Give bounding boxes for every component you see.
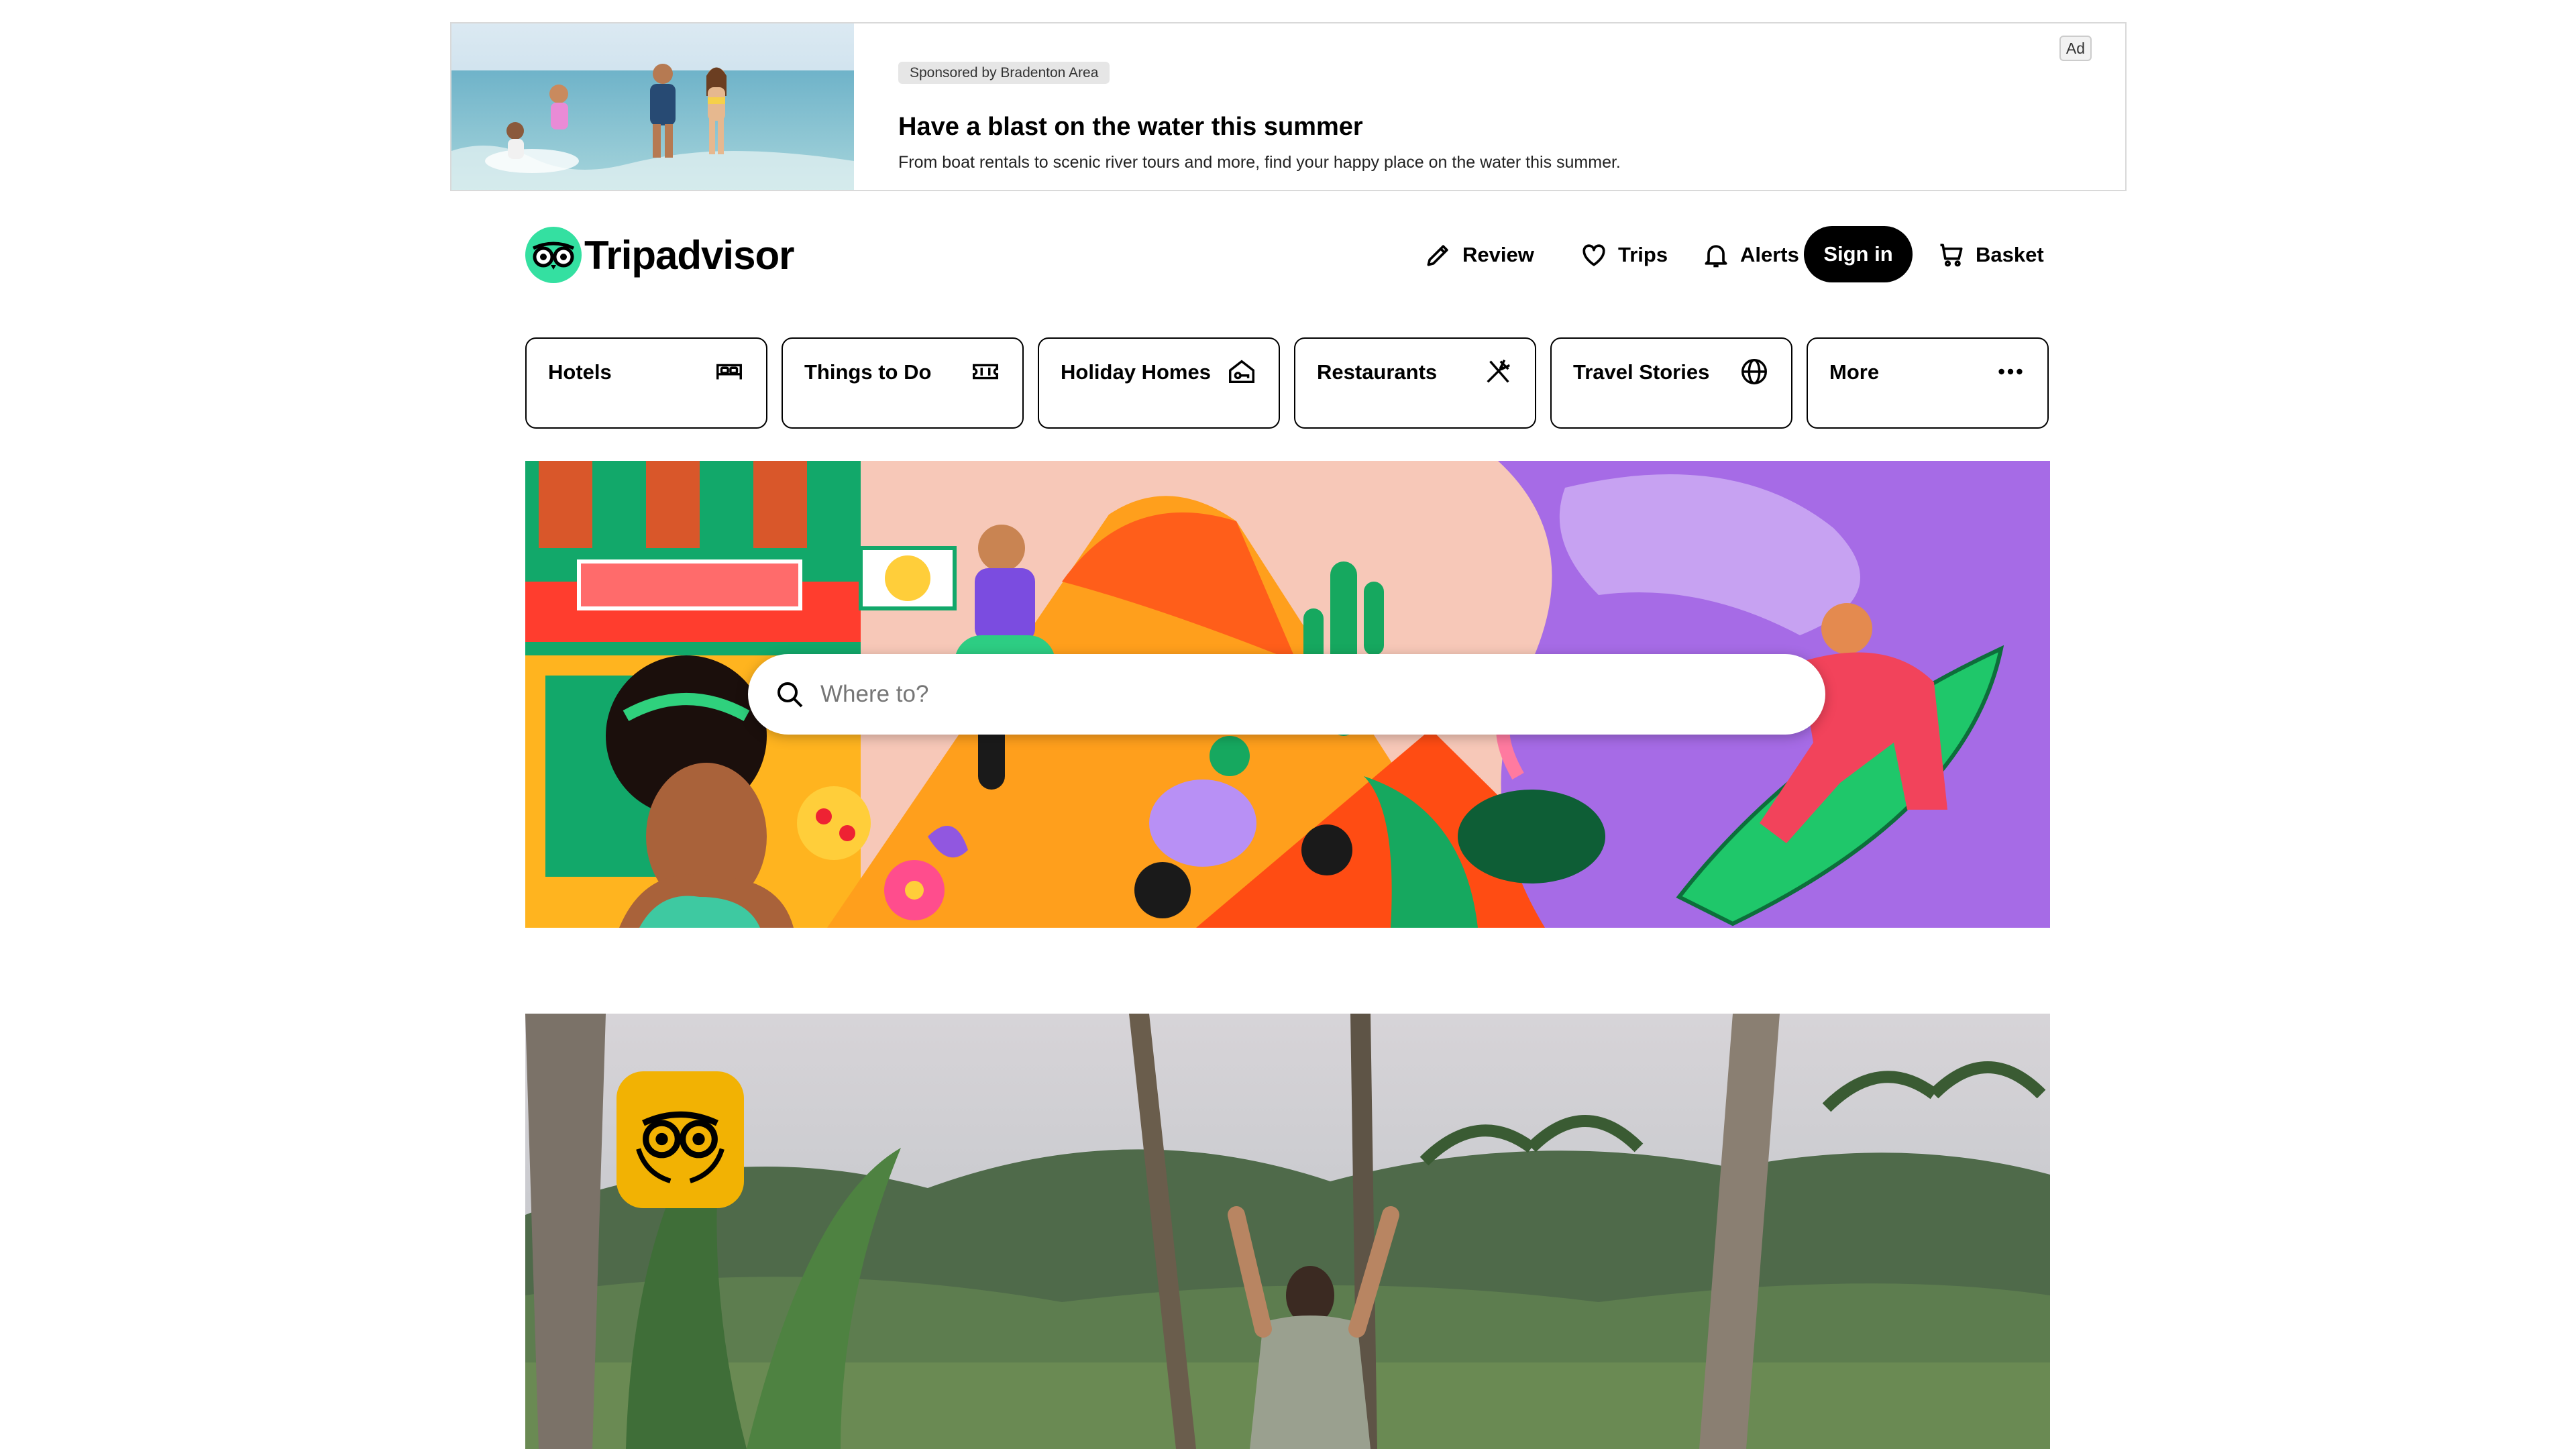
heart-icon — [1582, 244, 1605, 266]
tripadvisor-logo[interactable]: Tripadvisor — [525, 227, 794, 283]
ad-sponsor-label: Sponsored by Bradenton Area — [898, 62, 1110, 84]
category-label: Things to Do — [804, 360, 932, 384]
bell-icon — [1705, 245, 1727, 268]
owl-award-icon — [636, 1111, 724, 1183]
shopping-cart-icon — [1940, 244, 1963, 267]
more-dots-icon — [1998, 368, 2023, 375]
ad-beach-image[interactable] — [451, 23, 854, 190]
travellers-choice-badge — [616, 1071, 744, 1208]
category-travel-stories[interactable]: Travel Stories — [1550, 337, 1792, 429]
search-input[interactable] — [819, 680, 1761, 708]
ad-description: From boat rentals to scenic river tours … — [898, 153, 1621, 172]
globe-icon — [1741, 359, 1767, 384]
review-link[interactable]: Review — [1424, 225, 1534, 285]
basket-link[interactable]: Basket — [1937, 225, 2044, 285]
jungle-photo — [525, 1014, 2050, 1449]
hero-banner — [525, 461, 2050, 928]
bed-icon — [716, 364, 742, 380]
trips-link[interactable]: Trips — [1579, 225, 1668, 285]
category-restaurants[interactable]: Restaurants — [1294, 337, 1536, 429]
category-tabs: Hotels Things to Do Holiday Homes Restau… — [525, 337, 2049, 429]
review-label: Review — [1462, 243, 1534, 266]
category-holiday-homes[interactable]: Holiday Homes — [1038, 337, 1280, 429]
trips-label: Trips — [1618, 243, 1668, 266]
alerts-label: Alerts — [1740, 243, 1799, 266]
category-label: More — [1829, 360, 1880, 384]
house-key-icon — [1229, 360, 1254, 384]
travellers-choice-photo — [525, 1014, 2050, 1449]
category-label: Holiday Homes — [1061, 360, 1211, 384]
pencil-icon — [1427, 245, 1448, 266]
alerts-link[interactable]: Alerts — [1701, 225, 1799, 285]
sponsored-ad-banner[interactable]: Sponsored by Bradenton Area Have a blast… — [450, 22, 2127, 191]
category-label: Hotels — [548, 360, 612, 384]
ad-title[interactable]: Have a blast on the water this summer — [898, 113, 1363, 142]
basket-label: Basket — [1976, 243, 2044, 266]
search-bar[interactable] — [748, 654, 1825, 735]
ad-badge[interactable]: Ad — [2059, 36, 2092, 61]
category-things-to-do[interactable]: Things to Do — [782, 337, 1024, 429]
ticket-icon — [973, 364, 998, 380]
category-label: Travel Stories — [1573, 360, 1710, 384]
category-more[interactable]: More — [1807, 337, 2049, 429]
search-icon — [777, 682, 803, 708]
owl-logo-icon — [525, 227, 582, 283]
sign-in-button[interactable]: Sign in — [1804, 226, 1913, 282]
fork-knife-icon — [1487, 359, 1511, 383]
category-hotels[interactable]: Hotels — [525, 337, 767, 429]
brand-name: Tripadvisor — [584, 232, 794, 278]
category-label: Restaurants — [1317, 360, 1438, 384]
